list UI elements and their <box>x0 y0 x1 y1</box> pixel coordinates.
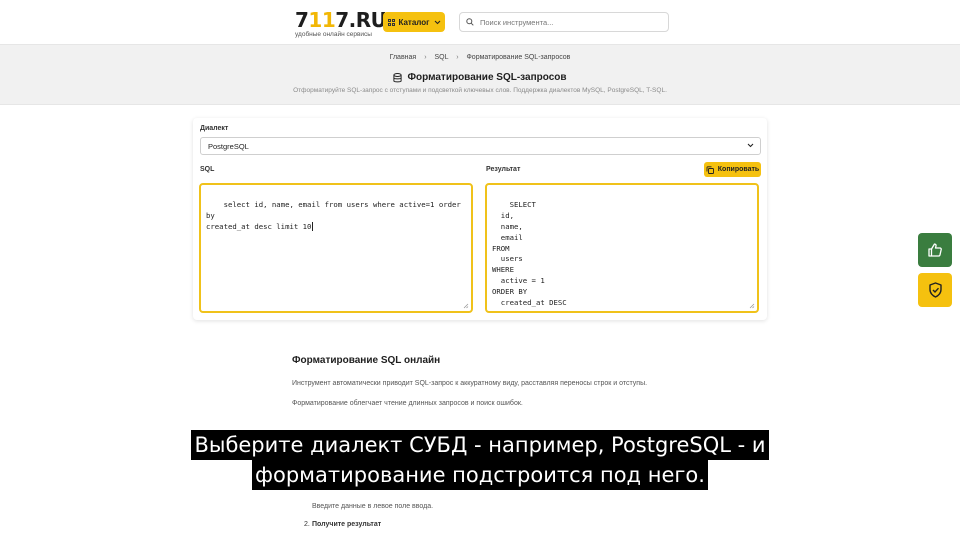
copy-icon <box>706 165 714 174</box>
article-paragraph: Инструмент автоматически приводит SQL-за… <box>292 380 648 387</box>
step-title: Получите результат <box>312 521 382 528</box>
breadcrumb-sql[interactable]: SQL <box>434 54 448 61</box>
subtitle-line-2: форматирование подстроится под него. <box>252 460 708 490</box>
site-logo[interactable]: 7117.RU удобные онлайн сервисы <box>295 8 387 39</box>
dialect-value: PostgreSQL <box>208 141 249 151</box>
chevron-right-icon: › <box>456 54 459 61</box>
search-icon <box>466 18 474 26</box>
like-button[interactable] <box>918 233 952 267</box>
search-input[interactable] <box>480 17 660 27</box>
text-cursor <box>312 221 314 231</box>
chevron-down-icon <box>434 20 440 24</box>
chevron-right-icon: › <box>424 54 427 61</box>
thumbs-up-icon <box>928 243 942 257</box>
page-title-text: Форматирование SQL-запросов <box>407 72 567 83</box>
shield-check-icon <box>928 282 942 298</box>
formatter-card: Диалект PostgreSQL SQL Результат Копиров… <box>193 118 767 320</box>
breadcrumb: Главная › SQL › Форматирование SQL-запро… <box>0 54 960 61</box>
dialect-select[interactable]: PostgreSQL <box>200 137 761 155</box>
sql-input-label: SQL <box>200 166 215 173</box>
sql-input-text: select id, name, email from users where … <box>206 199 461 231</box>
subtitle-line-1: Выберите диалект СУБД - например, Postgr… <box>191 430 769 460</box>
article-heading: Форматирование SQL онлайн <box>292 355 441 366</box>
security-button[interactable] <box>918 273 952 307</box>
sql-input-textarea[interactable]: select id, name, email from users where … <box>199 183 473 313</box>
copy-label: Копировать <box>717 166 760 173</box>
logo-tagline: удобные онлайн сервисы <box>295 31 372 38</box>
chevron-down-icon <box>747 143 754 148</box>
catalog-label: Каталог <box>398 17 430 27</box>
dialect-label: Диалект <box>200 125 229 132</box>
article-content: Форматирование SQL онлайн Инструмент авт… <box>292 355 672 528</box>
database-icon <box>393 72 403 82</box>
result-textarea[interactable]: SELECT id, name, email FROM users WHERE … <box>485 183 759 313</box>
site-header: 7117.RU удобные онлайн сервисы Каталог <box>0 0 960 44</box>
page-description: Отформатируйте SQL-запрос с отступами и … <box>293 87 667 94</box>
page-hero: Главная › SQL › Форматирование SQL-запро… <box>0 44 960 105</box>
article-paragraph: Форматирование облегчает чтение длинных … <box>292 400 523 407</box>
step-description: Введите данные в левое поле ввода. <box>312 503 434 510</box>
result-text: SELECT id, name, email FROM users WHERE … <box>492 199 567 311</box>
breadcrumb-current: Форматирование SQL-запросов <box>466 54 571 61</box>
breadcrumb-home[interactable]: Главная <box>390 54 417 61</box>
catalog-button[interactable]: Каталог <box>383 12 445 32</box>
step-number: 2. <box>304 521 310 528</box>
video-subtitles: Выберите диалект СУБД - например, Postgr… <box>0 430 960 490</box>
logo-text: 7117.RU <box>295 8 387 32</box>
resize-handle-icon[interactable] <box>463 303 469 309</box>
page-title: Форматирование SQL-запросов <box>0 72 960 83</box>
resize-handle-icon[interactable] <box>749 303 755 309</box>
grid-icon <box>387 18 395 26</box>
copy-button[interactable]: Копировать <box>704 162 761 177</box>
result-label: Результат <box>486 166 521 173</box>
search-box[interactable] <box>459 12 669 32</box>
